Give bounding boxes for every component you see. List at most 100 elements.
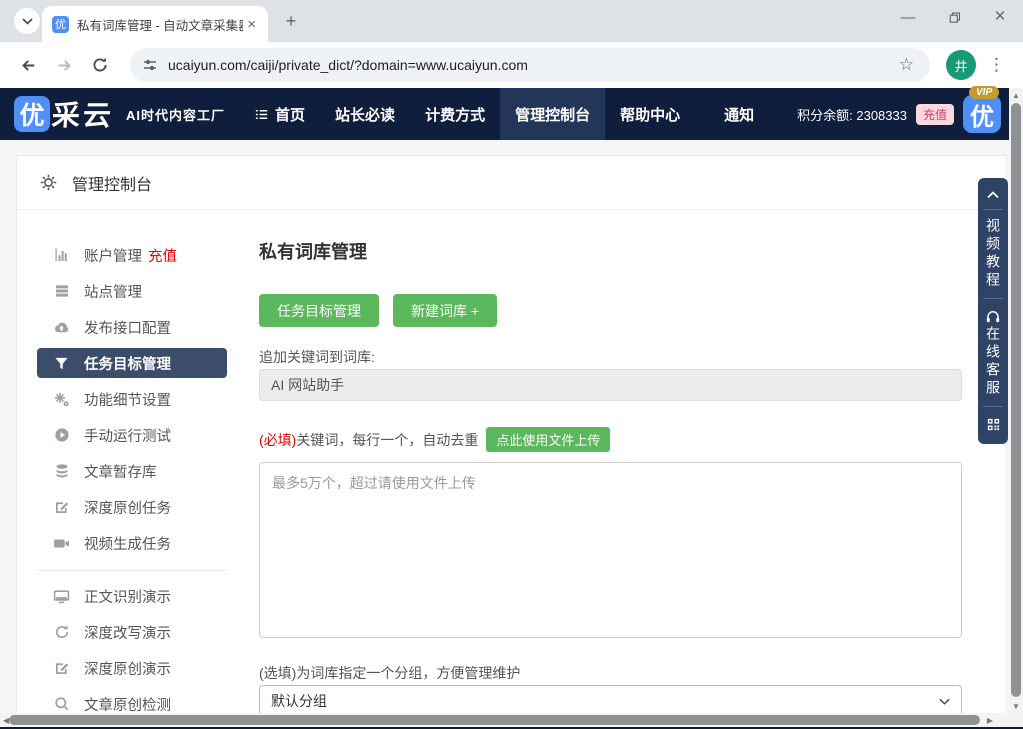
console-sidebar: 账户管理 充值 站点管理 发布接口配置	[37, 240, 227, 713]
sidebar-item-content-recognition-demo[interactable]: 正文识别演示	[37, 581, 227, 611]
qr-code-icon[interactable]	[986, 417, 1001, 432]
browser-tab[interactable]: 优 私有词库管理 - 自动文章采集器 ×	[42, 6, 268, 42]
widget-divider	[983, 406, 1003, 407]
horizontal-scroll-thumb[interactable]	[9, 715, 980, 725]
sidebar-item-task-targets[interactable]: 任务目标管理	[37, 348, 227, 378]
bookmark-star-icon[interactable]: ☆	[895, 55, 918, 75]
user-avatar-wrap[interactable]: 优 VIP	[963, 95, 1001, 133]
bar-chart-icon	[53, 247, 70, 264]
card-body: 账户管理 充值 站点管理 发布接口配置	[17, 210, 1006, 713]
sidebar-item-publish-api[interactable]: 发布接口配置	[37, 312, 227, 342]
scroll-right-arrow[interactable]: ▶	[984, 716, 996, 725]
online-service-link[interactable]: 在线客服	[978, 326, 1008, 398]
select-chevron-icon	[939, 698, 950, 705]
sidebar-item-account[interactable]: 账户管理 充值	[37, 240, 227, 270]
widget-divider	[983, 209, 1003, 210]
sidebar-item-deep-original-task[interactable]: 深度原创任务	[37, 492, 227, 522]
refresh-icon	[53, 624, 70, 641]
sidebar-item-sites[interactable]: 站点管理	[37, 276, 227, 306]
sidebar-item-label: 文章暂存库	[84, 461, 157, 482]
headset-icon	[985, 309, 1001, 324]
sidebar-recharge-link[interactable]: 充值	[148, 245, 177, 266]
server-icon	[53, 283, 70, 300]
dictionary-name-input[interactable]	[259, 369, 962, 401]
page-title: 管理控制台	[72, 171, 152, 195]
scroll-up-arrow[interactable]: ▲	[1009, 88, 1023, 102]
sidebar-item-label: 深度原创任务	[84, 497, 171, 518]
window-controls: — ×	[885, 0, 1023, 42]
task-target-button[interactable]: 任务目标管理	[259, 294, 379, 327]
sidebar-divider	[37, 570, 227, 571]
recharge-button[interactable]: 充值	[916, 104, 954, 125]
minimize-button[interactable]: —	[885, 0, 931, 34]
sidebar-item-originality-check[interactable]: 文章原创检测	[37, 689, 227, 713]
section-title: 私有词库管理	[259, 240, 962, 264]
sidebar-item-label: 站点管理	[84, 281, 142, 302]
group-select-value: 默认分组	[271, 691, 327, 711]
sidebar-item-label: 手动运行测试	[84, 425, 171, 446]
reload-button[interactable]	[84, 49, 116, 81]
url-text[interactable]: ucaiyun.com/caiji/private_dict/?domain=w…	[168, 57, 895, 73]
video-tutorial-link[interactable]: 视频教程	[978, 218, 1008, 290]
nav-item-label: 管理控制台	[515, 104, 590, 125]
nav-item-label: 通知	[724, 104, 754, 125]
browser-tabstrip: 优 私有词库管理 - 自动文章采集器 × + — ×	[0, 0, 1023, 42]
nav-item-help[interactable]: 帮助中心	[605, 88, 695, 140]
keywords-textarea[interactable]	[259, 462, 962, 638]
sidebar-item-video-task[interactable]: 视频生成任务	[37, 528, 227, 558]
horizontal-scrollbar[interactable]: ◀ ▶	[0, 713, 1009, 727]
main-content: 私有词库管理 任务目标管理 新建词库 + 追加关键词到词库: (必填)关键词，每…	[259, 240, 962, 713]
edit-icon	[53, 499, 70, 516]
nav-item-console[interactable]: 管理控制台	[500, 88, 605, 140]
vertical-scrollbar[interactable]: ▲ ▼	[1009, 88, 1023, 713]
logo-text: 采云	[51, 94, 116, 134]
sidebar-item-label: 深度改写演示	[84, 622, 171, 643]
vertical-scroll-thumb[interactable]	[1011, 103, 1021, 697]
sidebar-item-label: 账户管理	[84, 245, 142, 266]
search-icon	[53, 696, 70, 713]
sidebar-item-label: 功能细节设置	[84, 389, 171, 410]
nav-item-pricing[interactable]: 计费方式	[410, 88, 500, 140]
card-header: 管理控制台	[17, 156, 1006, 210]
sidebar-item-feature-settings[interactable]: 功能细节设置	[37, 384, 227, 414]
list-icon	[254, 107, 269, 122]
restore-button[interactable]	[931, 0, 977, 34]
scroll-down-arrow[interactable]: ▼	[1009, 699, 1023, 713]
nav-item-label: 站长必读	[335, 104, 395, 125]
monitor-icon	[53, 588, 70, 605]
sidebar-item-article-cache[interactable]: 文章暂存库	[37, 456, 227, 486]
site-settings-icon[interactable]	[142, 57, 158, 73]
new-dictionary-button[interactable]: 新建词库 +	[393, 294, 497, 327]
cloud-upload-icon	[53, 319, 70, 336]
file-upload-button[interactable]: 点此使用文件上传	[486, 427, 610, 452]
nav-item-must-read[interactable]: 站长必读	[320, 88, 410, 140]
brand-logo[interactable]: 优 采云 AI时代内容工厂	[14, 88, 225, 140]
forward-button[interactable]	[48, 49, 80, 81]
browser-menu-icon[interactable]: ⋮	[988, 55, 1005, 75]
group-select[interactable]: 默认分组	[259, 685, 962, 713]
nav-menu: 首页 站长必读 计费方式 管理控制台 帮助中心 通知	[239, 88, 769, 140]
gear-icon	[39, 173, 58, 192]
logo-icon: 优	[14, 96, 50, 132]
nav-item-home[interactable]: 首页	[239, 88, 320, 140]
sidebar-item-deep-rewrite-demo[interactable]: 深度改写演示	[37, 617, 227, 647]
sidebar-item-label: 文章原创检测	[84, 694, 171, 714]
new-tab-button[interactable]: +	[278, 8, 304, 34]
tab-search-button[interactable]	[14, 8, 40, 34]
user-avatar[interactable]: 优	[963, 95, 1001, 133]
address-bar[interactable]: ucaiyun.com/caiji/private_dict/?domain=w…	[130, 48, 930, 82]
back-button[interactable]	[12, 49, 44, 81]
site-favicon: 优	[52, 16, 69, 33]
sidebar-item-deep-original-demo[interactable]: 深度原创演示	[37, 653, 227, 683]
close-window-button[interactable]: ×	[977, 0, 1023, 34]
vip-badge: VIP	[969, 86, 999, 99]
edit-icon	[53, 660, 70, 677]
nav-item-notice[interactable]: 通知	[709, 88, 769, 140]
video-camera-icon	[53, 535, 70, 552]
sidebar-item-manual-test[interactable]: 手动运行测试	[37, 420, 227, 450]
brand-tagline: AI时代内容工厂	[126, 105, 225, 124]
back-to-top-button[interactable]	[986, 190, 1000, 199]
browser-profile-avatar[interactable]: 井	[946, 50, 976, 80]
tab-close-icon[interactable]: ×	[243, 16, 260, 33]
required-tag: (必填)	[259, 430, 296, 450]
